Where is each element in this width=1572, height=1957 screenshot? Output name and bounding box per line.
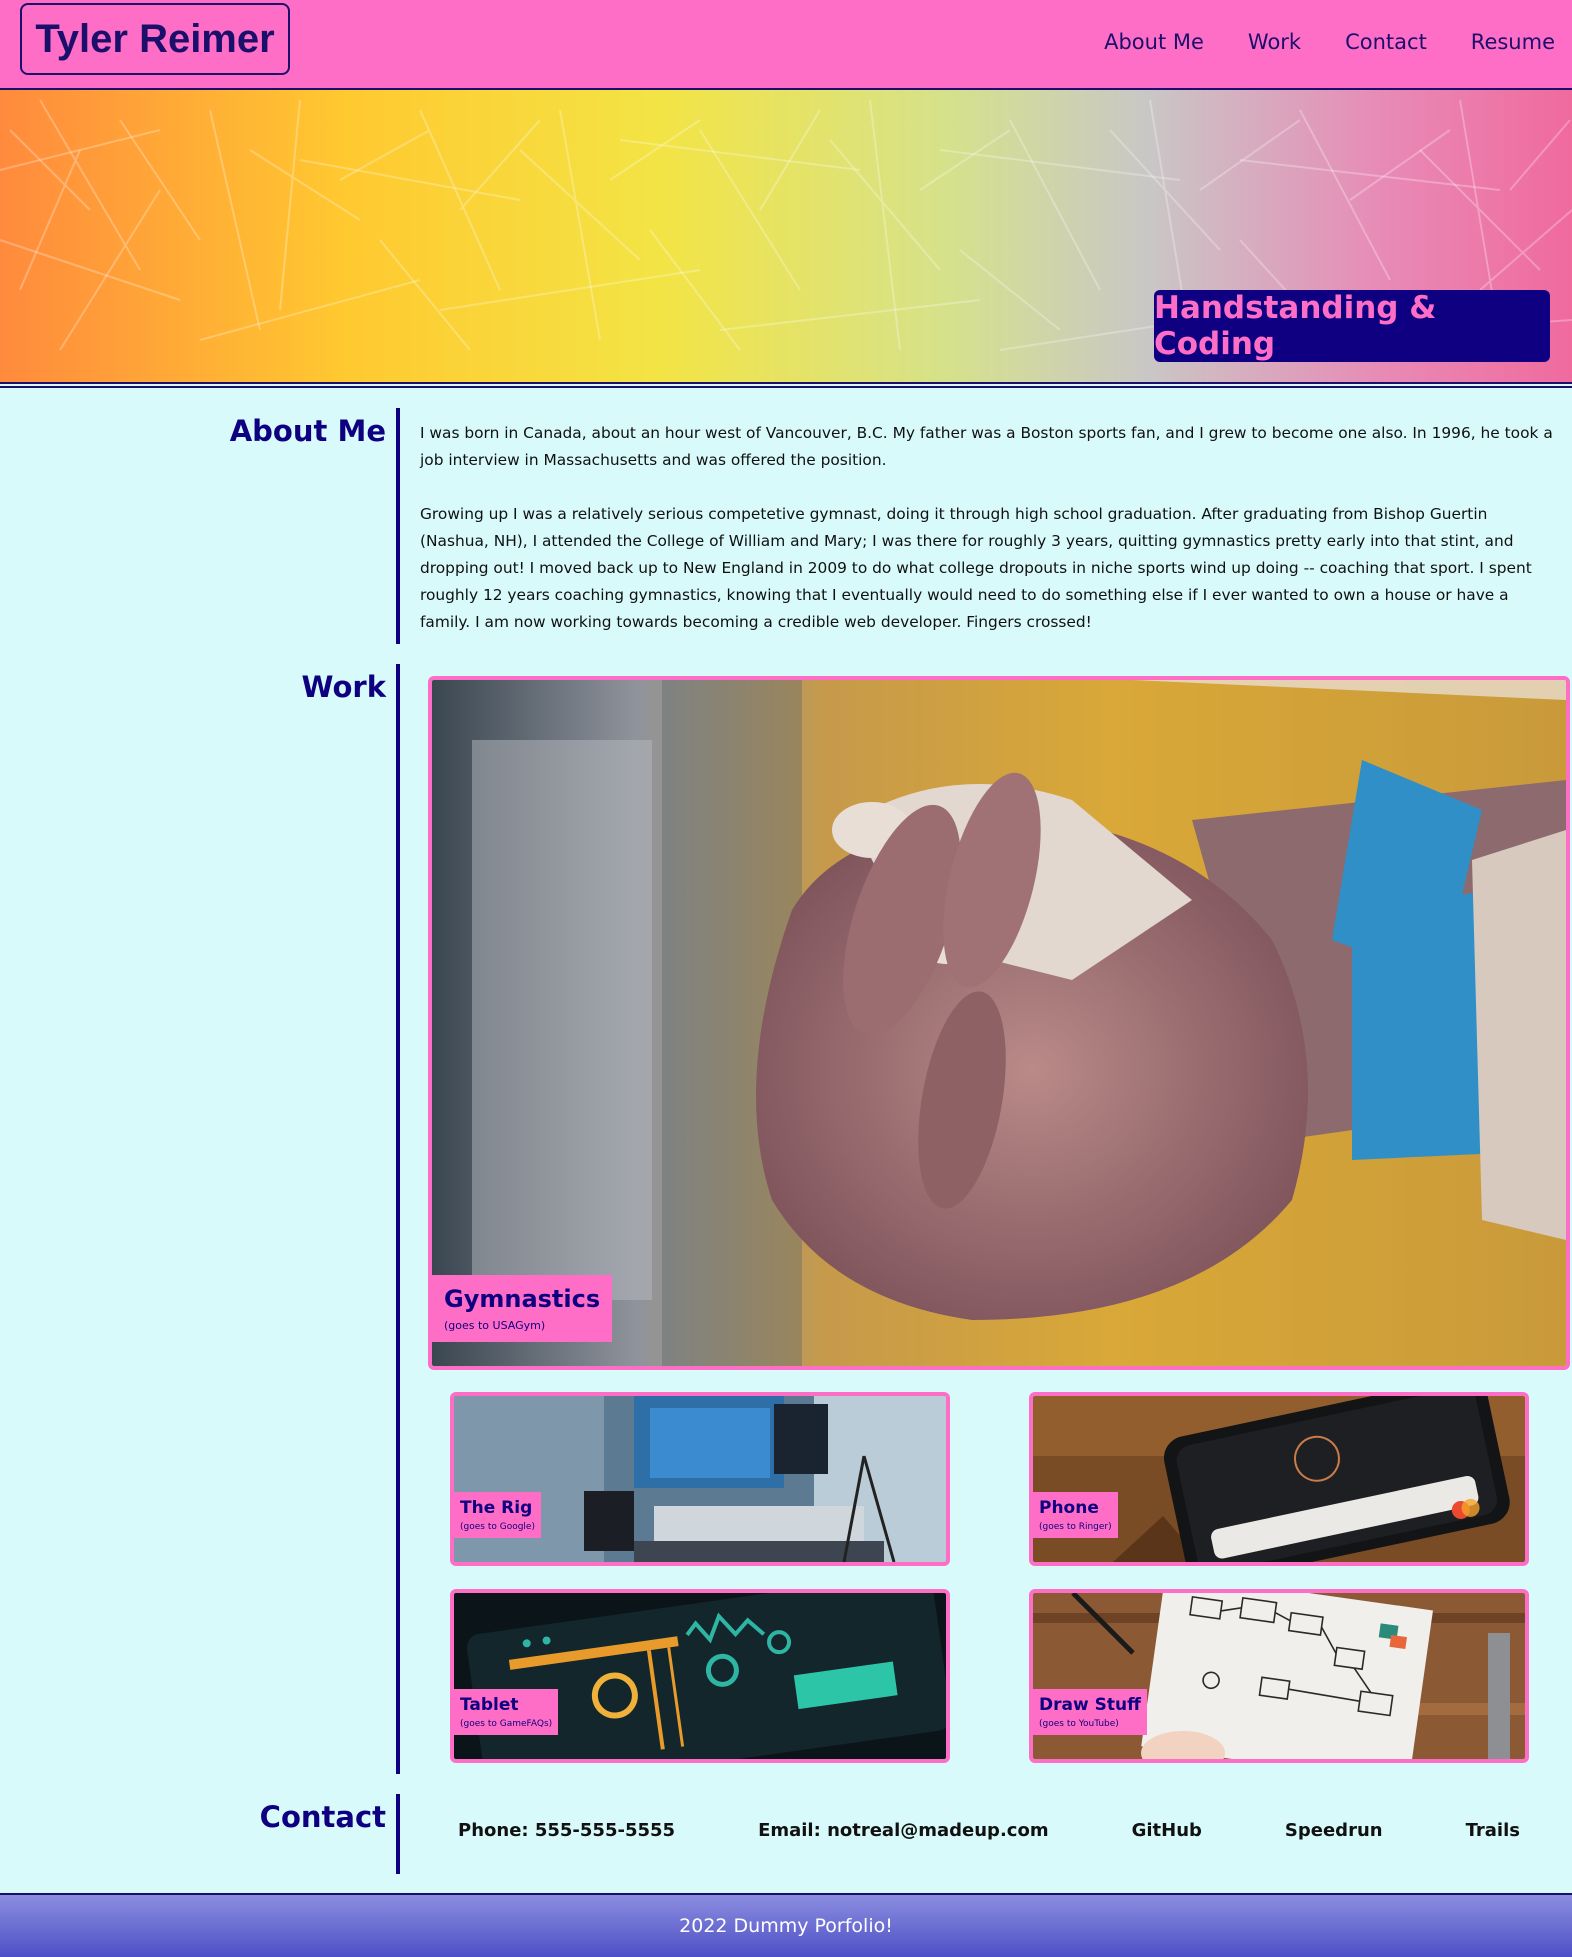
work-divider	[396, 664, 400, 1774]
featured-work-title: Gymnastics	[444, 1285, 601, 1313]
draw-stuff-label: Draw Stuff (goes to YouTube)	[1033, 1689, 1147, 1735]
nav-link-about[interactable]: About Me	[1104, 30, 1204, 54]
contact-github-link[interactable]: GitHub	[1132, 1820, 1202, 1841]
site-logo[interactable]: Tyler Reimer	[20, 3, 290, 75]
footer: 2022 Dummy Porfolio!	[0, 1893, 1572, 1957]
contact-trails-link[interactable]: Trails	[1466, 1820, 1520, 1841]
work-card-draw-stuff[interactable]: Draw Stuff (goes to YouTube)	[1029, 1589, 1529, 1763]
tablet-subtitle: (goes to GameFAQs)	[460, 1719, 553, 1729]
work-heading: Work	[301, 670, 386, 704]
featured-work-subtitle: (goes to USAGym)	[444, 1319, 546, 1332]
phone-title: Phone	[1039, 1498, 1099, 1518]
the-rig-label: The Rig (goes to Google)	[454, 1492, 541, 1538]
about-paragraph-1: I was born in Canada, about an hour west…	[420, 424, 1553, 469]
phone-label: Phone (goes to Ringer)	[1033, 1492, 1118, 1538]
hero-divider	[0, 382, 1572, 388]
tablet-label: Tablet (goes to GameFAQs)	[454, 1689, 559, 1735]
contact-heading: Contact	[259, 1800, 386, 1834]
contact-list: Phone: 555-555-5555 Email: notreal@madeu…	[458, 1820, 1520, 1841]
the-rig-title: The Rig	[460, 1498, 533, 1518]
top-navbar: Tyler Reimer About Me Work Contact Resum…	[0, 0, 1572, 90]
draw-stuff-subtitle: (goes to YouTube)	[1039, 1719, 1119, 1729]
contact-email[interactable]: Email: notreal@madeup.com	[758, 1820, 1049, 1841]
about-paragraph-2: Growing up I was a relatively serious co…	[420, 505, 1532, 631]
featured-work-card-gymnastics[interactable]: Gymnastics (goes to USAGym)	[428, 676, 1570, 1370]
contact-phone[interactable]: Phone: 555-555-5555	[458, 1820, 675, 1841]
hero-banner: Handstanding & Coding	[0, 90, 1572, 382]
phone-subtitle: (goes to Ringer)	[1039, 1522, 1112, 1532]
nav-link-resume[interactable]: Resume	[1471, 30, 1555, 54]
the-rig-subtitle: (goes to Google)	[460, 1522, 535, 1532]
nav-link-work[interactable]: Work	[1248, 30, 1301, 54]
about-text: I was born in Canada, about an hour west…	[420, 420, 1560, 663]
about-heading: About Me	[229, 414, 386, 448]
featured-work-label: Gymnastics (goes to USAGym)	[432, 1275, 613, 1342]
hero-tagline: Handstanding & Coding	[1154, 290, 1550, 362]
tablet-title: Tablet	[460, 1695, 519, 1715]
work-card-tablet[interactable]: Tablet (goes to GameFAQs)	[450, 1589, 950, 1763]
nav-link-contact[interactable]: Contact	[1345, 30, 1427, 54]
contact-speedrun-link[interactable]: Speedrun	[1285, 1820, 1383, 1841]
draw-stuff-title: Draw Stuff	[1039, 1695, 1141, 1715]
main-nav: About Me Work Contact Resume	[1104, 30, 1555, 54]
contact-divider	[396, 1794, 400, 1874]
gymnastics-photo	[432, 680, 1566, 1366]
about-divider	[396, 408, 400, 644]
work-card-phone[interactable]: Phone (goes to Ringer)	[1029, 1392, 1529, 1566]
work-card-the-rig[interactable]: The Rig (goes to Google)	[450, 1392, 950, 1566]
